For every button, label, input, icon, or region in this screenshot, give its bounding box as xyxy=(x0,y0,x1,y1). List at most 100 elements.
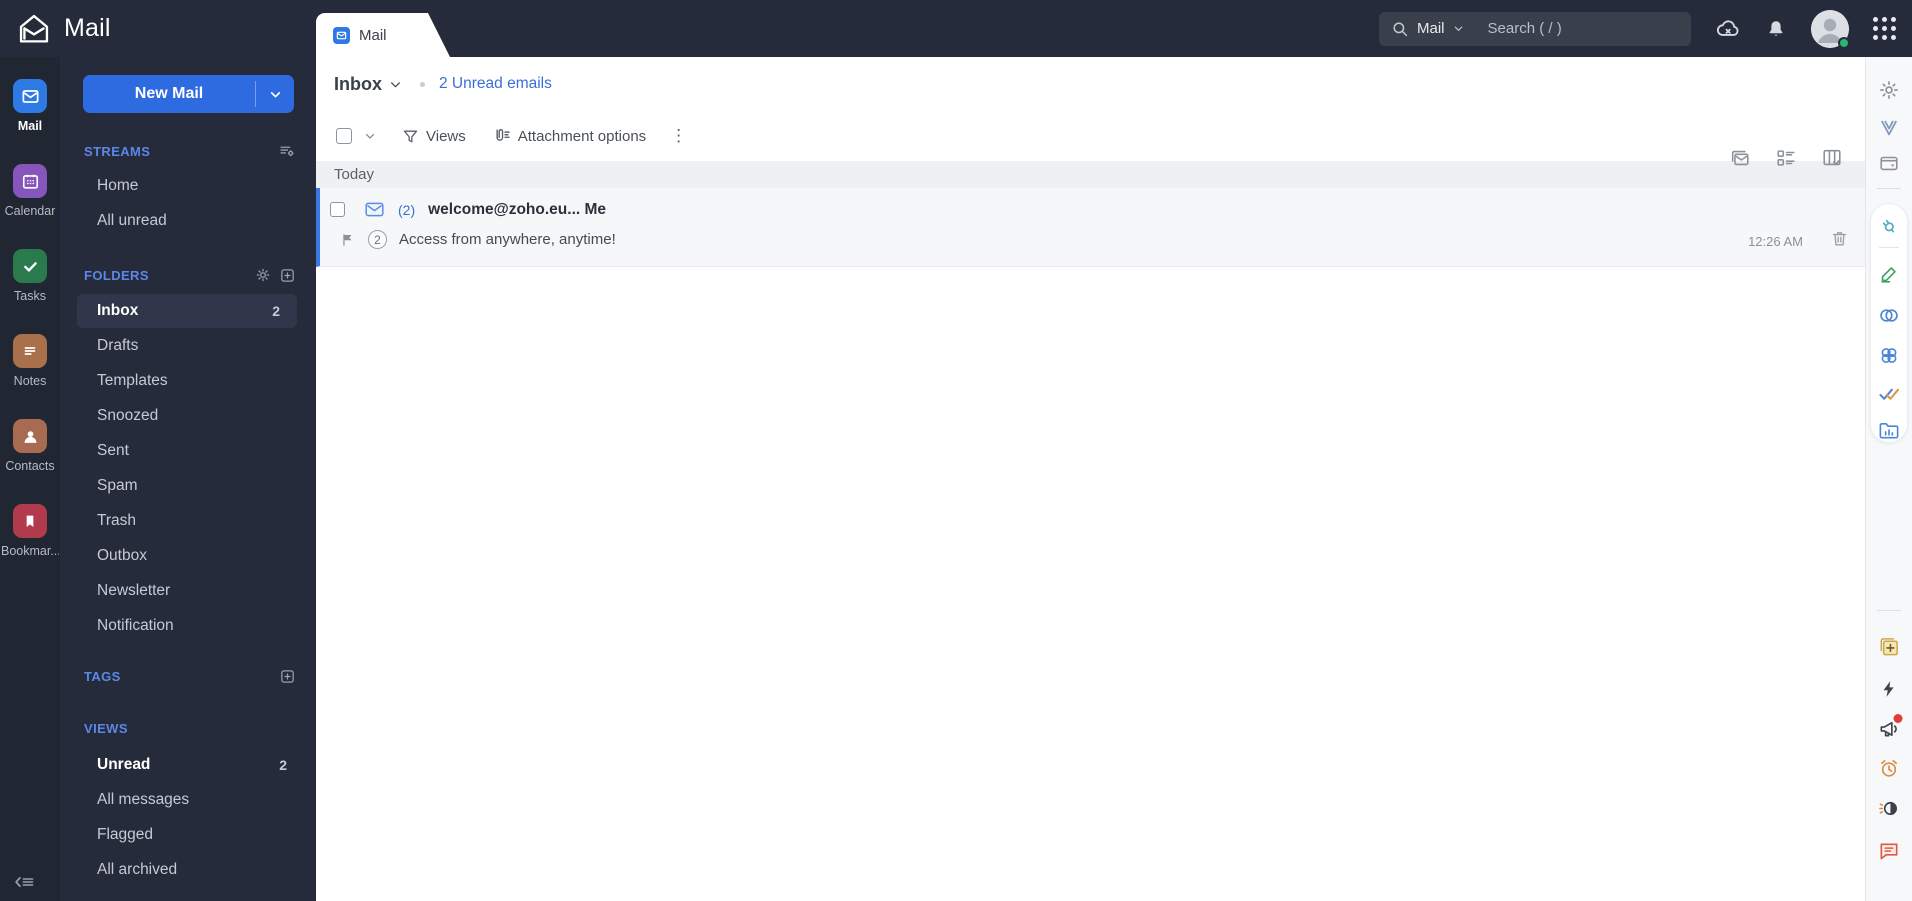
streams-section-header: STREAMS xyxy=(60,140,316,162)
rail-item-contacts[interactable]: Contacts xyxy=(0,419,60,473)
brand: Mail xyxy=(0,11,111,47)
search-scope-dropdown[interactable]: Mail xyxy=(1417,20,1445,37)
user-avatar[interactable] xyxy=(1811,9,1850,49)
sidebar-item-flagged[interactable]: Flagged xyxy=(60,817,316,852)
select-options-chevron-icon[interactable] xyxy=(364,130,376,142)
list-toolbar: Views Attachment options ⋮ xyxy=(316,111,1865,161)
tags-section-header: TAGS xyxy=(60,665,316,687)
chevron-down-icon[interactable] xyxy=(1453,23,1464,34)
capsule-divider xyxy=(1879,247,1899,248)
sidebar-item-trash[interactable]: Trash xyxy=(60,503,316,538)
notifications-bell-icon[interactable] xyxy=(1765,18,1787,40)
select-all-checkbox[interactable] xyxy=(336,128,352,144)
announcements-megaphone-icon[interactable] xyxy=(1878,714,1903,740)
search-input[interactable] xyxy=(1487,20,1687,37)
workdrive-folder-icon[interactable] xyxy=(1878,419,1901,442)
sidebar-item-home[interactable]: Home xyxy=(60,168,316,203)
rail-item-bookmarks[interactable]: Bookmar... xyxy=(0,504,60,558)
right-rail xyxy=(1865,57,1912,901)
tab-label: Mail xyxy=(359,26,387,44)
folders-section-header: FOLDERS xyxy=(60,264,316,286)
zia-clip-icon[interactable] xyxy=(1878,117,1900,139)
mail-list-pane: Inbox 2 Unread emails Views Attachment o… xyxy=(316,57,1865,901)
delete-email-icon[interactable] xyxy=(1830,229,1849,248)
sign-icon[interactable] xyxy=(1878,263,1900,285)
new-mail-button[interactable]: New Mail xyxy=(83,75,294,113)
reminders-clock-icon[interactable] xyxy=(1878,757,1901,780)
sidebar-item-drafts[interactable]: Drafts xyxy=(60,328,316,363)
email-checkbox[interactable] xyxy=(330,202,345,217)
flag-icon[interactable] xyxy=(340,232,356,248)
sidebar-item-newsletter[interactable]: Newsletter xyxy=(60,573,316,608)
plug-integrations-icon[interactable] xyxy=(1878,215,1901,238)
cloud-sync-icon[interactable] xyxy=(1715,16,1741,42)
list-header: Inbox 2 Unread emails xyxy=(316,57,1865,111)
unread-emails-link[interactable]: 2 Unread emails xyxy=(439,75,552,93)
product-title: Mail xyxy=(64,14,111,42)
thread-count: (2) xyxy=(398,201,416,218)
sidebar-item-sent[interactable]: Sent xyxy=(60,433,316,468)
current-folder-title[interactable]: Inbox xyxy=(334,74,382,95)
email-sender: welcome@zoho.eu... Me xyxy=(428,200,607,218)
email-row[interactable]: (2) welcome@zoho.eu... Me 2 Access from … xyxy=(316,188,1865,267)
wallet-icon[interactable] xyxy=(1878,152,1900,174)
sidebar-item-snoozed[interactable]: Snoozed xyxy=(60,398,316,433)
contacts-app-icon xyxy=(13,419,47,453)
sidebar-item-inbox[interactable]: Inbox 2 xyxy=(77,294,297,328)
rail-item-notes[interactable]: Notes xyxy=(0,334,60,388)
rail-item-calendar[interactable]: Calendar xyxy=(0,164,60,218)
conversation-view-icon[interactable] xyxy=(1729,147,1751,169)
knot-icon[interactable] xyxy=(1878,344,1901,367)
attachment-options-button[interactable]: Attachment options xyxy=(492,127,646,146)
apps-grid-icon[interactable] xyxy=(1873,17,1896,40)
sidebar-item-all-messages[interactable]: All messages xyxy=(60,782,316,817)
unread-envelope-icon xyxy=(364,199,385,220)
new-mail-dropdown[interactable] xyxy=(256,75,294,113)
views-section-header: VIEWS xyxy=(84,720,128,736)
quick-actions-bolt-icon[interactable] xyxy=(1879,679,1899,699)
sidebar-item-notification[interactable]: Notification xyxy=(60,608,316,643)
add-folder-icon[interactable] xyxy=(279,267,296,284)
date-group-header: Today xyxy=(316,161,1865,188)
announcement-red-dot xyxy=(1893,714,1903,723)
folders-settings-gear-icon[interactable] xyxy=(255,267,271,283)
streams-filter-settings-icon[interactable] xyxy=(279,143,296,160)
inbox-count-badge: 2 xyxy=(272,303,280,319)
feedback-chat-icon[interactable] xyxy=(1878,839,1901,862)
sidebar-item-all-unread[interactable]: All unread xyxy=(60,203,316,238)
calendar-app-icon xyxy=(13,164,47,198)
tasks-double-check-icon[interactable] xyxy=(1878,382,1901,405)
more-options-icon[interactable]: ⋮ xyxy=(670,126,688,146)
zoho-mail-app: Mail Mail Search (/) Mail Mail Calenda… xyxy=(0,0,1912,901)
add-tag-icon[interactable] xyxy=(279,668,296,685)
rail-divider xyxy=(1877,188,1901,189)
folder-chevron-down-icon[interactable] xyxy=(389,78,402,91)
rail-item-mail[interactable]: Mail xyxy=(0,79,60,133)
rail-item-tasks[interactable]: Tasks xyxy=(0,249,60,303)
sidebar-item-spam[interactable]: Spam xyxy=(60,468,316,503)
crm-circles-icon[interactable] xyxy=(1878,304,1901,327)
list-density-icon[interactable] xyxy=(1775,147,1797,169)
collapse-sidebar-icon[interactable] xyxy=(14,873,36,891)
mail-tab-icon xyxy=(333,26,350,44)
columns-view-icon[interactable] xyxy=(1821,147,1843,169)
email-subject: Access from anywhere, anytime! xyxy=(399,231,616,248)
settings-gear-icon[interactable] xyxy=(1878,79,1900,101)
tab-mail[interactable]: Mail xyxy=(316,13,450,57)
sticky-note-add-icon[interactable] xyxy=(1878,635,1901,658)
funnel-icon xyxy=(403,130,418,142)
views-filter-button[interactable]: Views xyxy=(402,128,466,145)
topbar: Mail Mail xyxy=(0,0,1912,57)
sidebar-item-all-archived[interactable]: All archived xyxy=(60,852,316,887)
rail-divider xyxy=(1877,610,1901,611)
list-view-options xyxy=(1729,147,1843,169)
dot-separator xyxy=(420,81,425,87)
tasks-app-icon xyxy=(13,249,47,283)
sidebar-item-unread-view[interactable]: Unread 2 xyxy=(60,747,316,782)
night-mode-icon[interactable] xyxy=(1878,797,1901,820)
sidebar-item-outbox[interactable]: Outbox xyxy=(60,538,316,573)
zoho-mail-logo-icon xyxy=(16,11,52,47)
sidebar-item-templates[interactable]: Templates xyxy=(60,363,316,398)
unread-count-badge: 2 xyxy=(279,756,287,773)
global-search[interactable]: Mail xyxy=(1379,11,1691,46)
